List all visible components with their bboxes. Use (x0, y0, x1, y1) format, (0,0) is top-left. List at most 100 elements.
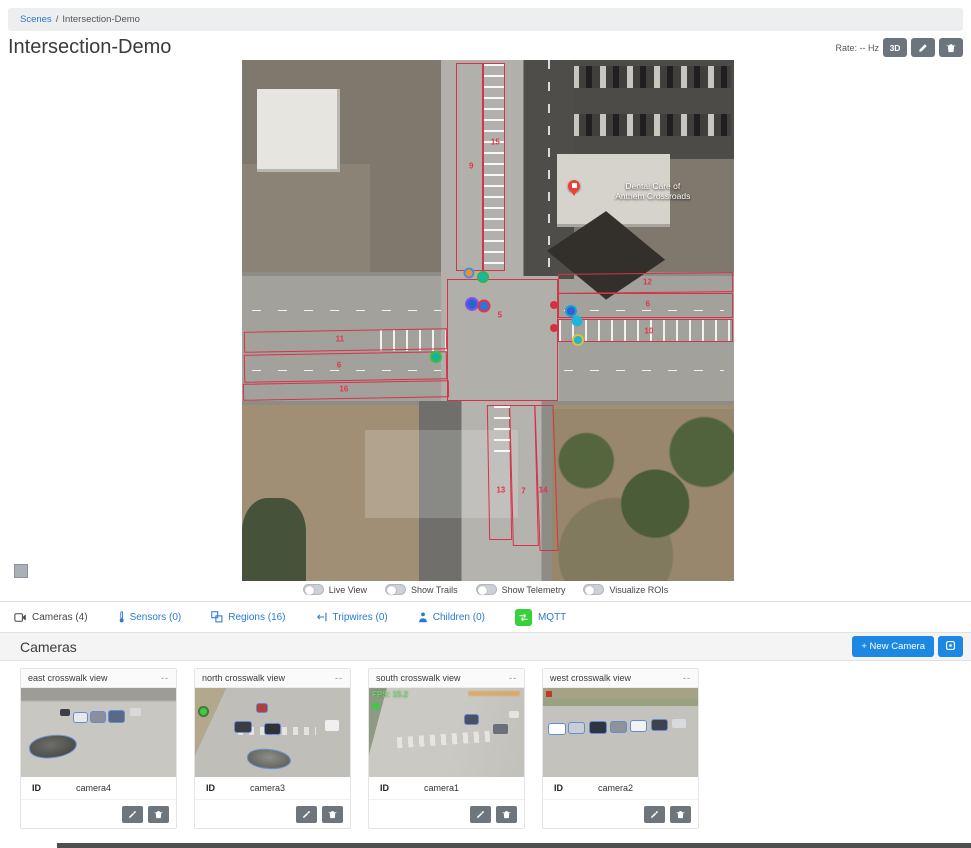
breadcrumb-current: Intersection-Demo (62, 14, 140, 25)
wrench-icon (476, 807, 485, 822)
region-label-7: 7 (521, 486, 525, 495)
camera-preview[interactable] (543, 688, 698, 777)
delete-camera-button[interactable] (148, 806, 169, 823)
camera-id-value: camera4 (76, 783, 111, 793)
delete-camera-button[interactable] (322, 806, 343, 823)
track-marker (567, 307, 575, 315)
breadcrumb-scenes-link[interactable]: Scenes (20, 14, 52, 25)
map-pin-icon (568, 180, 580, 192)
edit-camera-button[interactable] (644, 806, 665, 823)
tripwire-icon (316, 612, 328, 622)
fps-overlay: FPS: 15.2 (372, 690, 408, 699)
edit-camera-button[interactable] (470, 806, 491, 823)
delete-camera-button[interactable] (670, 806, 691, 823)
regions-icon (211, 611, 223, 623)
camera-icon (14, 613, 27, 622)
tab-tripwires[interactable]: Tripwires (0) (316, 612, 388, 623)
track-marker (479, 273, 487, 281)
tab-sensors[interactable]: Sensors (0) (118, 611, 182, 623)
edit-camera-button[interactable] (296, 806, 317, 823)
grid-view-button[interactable] (938, 636, 963, 657)
track-marker (466, 270, 473, 277)
breadcrumb: Scenes / Intersection-Demo (8, 8, 963, 31)
track-marker (574, 336, 582, 344)
camera-card-east: east crosswalk view -- ID camera4 (20, 668, 177, 829)
track-marker (573, 318, 580, 325)
frame-icon (945, 639, 956, 654)
camera-preview[interactable] (195, 688, 350, 777)
toggle-switch[interactable] (303, 584, 324, 595)
camera-id-value: camera2 (598, 783, 633, 793)
region-label-9: 9 (469, 162, 473, 171)
region-label-16: 16 (339, 385, 348, 394)
track-marker (552, 326, 556, 330)
camera-card-title: south crosswalk view (376, 673, 461, 683)
camera-card-south: south crosswalk view -- FPS: 15.2 ID cam… (368, 668, 525, 829)
card-menu-button[interactable]: -- (509, 673, 517, 683)
tab-children[interactable]: Children (0) (418, 612, 485, 623)
cameras-section-header: Cameras + New Camera (0, 632, 971, 661)
region-label-15: 15 (491, 138, 500, 147)
roi-outline (244, 351, 447, 383)
map-vegetation (242, 498, 306, 581)
edit-camera-button[interactable] (122, 806, 143, 823)
tab-cameras[interactable]: Cameras (4) (14, 612, 88, 623)
toggle-switch[interactable] (583, 584, 604, 595)
map-pin-label: Dental Care of Anthem Crossroads (584, 181, 722, 202)
person-icon (418, 612, 428, 623)
rate-label: Rate: -- Hz (835, 43, 879, 53)
roi-outline (244, 329, 447, 354)
region-label-13: 13 (496, 486, 505, 495)
traffic-light-icon (200, 708, 207, 715)
tab-regions[interactable]: Regions (16) (211, 611, 285, 623)
toggle-live-view[interactable]: Live View (303, 584, 367, 595)
view-3d-button[interactable]: 3D (883, 38, 907, 57)
bottom-section-edge (57, 843, 971, 848)
scene-map[interactable]: Dental Care of Anthem Crossroads 15 9 11 6 1… (242, 60, 734, 581)
trash-icon (154, 807, 163, 822)
camera-preview[interactable] (21, 688, 176, 777)
region-label-6: 6 (646, 300, 650, 309)
camera-id-value: camera3 (250, 783, 285, 793)
mqtt-status[interactable]: MQTT (515, 609, 566, 626)
region-label-11: 11 (336, 335, 344, 344)
map-corner-handle[interactable] (14, 564, 28, 578)
card-menu-button[interactable]: -- (683, 673, 691, 683)
timestamp-overlay (468, 691, 520, 696)
id-label: ID (380, 783, 424, 793)
toggle-show-trails[interactable]: Show Trails (385, 584, 458, 595)
card-menu-button[interactable]: -- (335, 673, 343, 683)
trash-icon (946, 43, 956, 53)
trash-icon (502, 807, 511, 822)
toggle-show-telemetry[interactable]: Show Telemetry (476, 584, 566, 595)
card-menu-button[interactable]: -- (161, 673, 169, 683)
car-shape (247, 749, 290, 770)
roi-outline (483, 63, 505, 271)
camera-card-list: east crosswalk view -- ID camera4 (20, 668, 699, 829)
edit-scene-button[interactable] (911, 38, 935, 57)
id-label: ID (554, 783, 598, 793)
header-actions: Rate: -- Hz 3D (835, 38, 963, 57)
camera-card-title: north crosswalk view (202, 673, 285, 683)
cameras-section-title: Cameras (20, 639, 77, 655)
region-label-6: 6 (337, 361, 341, 370)
delete-scene-button[interactable] (939, 38, 963, 57)
toggle-switch[interactable] (385, 584, 406, 595)
roi-outline (447, 279, 558, 401)
status-dot (373, 703, 379, 709)
delete-camera-button[interactable] (496, 806, 517, 823)
wrench-icon (302, 807, 311, 822)
toggle-switch[interactable] (476, 584, 497, 595)
new-camera-button[interactable]: + New Camera (852, 636, 934, 657)
region-label-12: 12 (643, 277, 652, 286)
camera-card-north: north crosswalk view -- ID camera3 (194, 668, 351, 829)
toggle-visualize-rois[interactable]: Visualize ROIs (583, 584, 668, 595)
pencil-icon (918, 43, 928, 53)
map-toggle-bar: Live View Show Trails Show Telemetry Vis… (0, 584, 971, 595)
entity-tabs: Cameras (4) Sensors (0) Regions (16) Tri… (14, 606, 566, 628)
camera-preview[interactable]: FPS: 15.2 (369, 688, 524, 777)
map-parking-lot (567, 60, 734, 159)
map-vegetation (537, 409, 734, 581)
car-shape (29, 733, 77, 760)
scene-page: Scenes / Intersection-Demo Intersection-… (0, 0, 971, 848)
